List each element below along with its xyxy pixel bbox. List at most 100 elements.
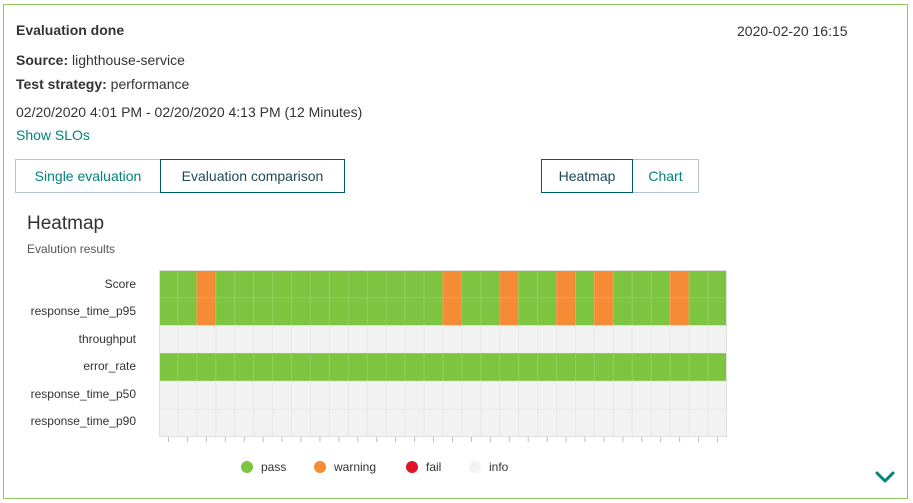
heatmap-cell[interactable] xyxy=(556,325,577,354)
heatmap-cell[interactable] xyxy=(309,380,330,410)
heatmap-cell[interactable] xyxy=(347,325,368,354)
heatmap-cell[interactable] xyxy=(707,408,727,437)
heatmap-cell[interactable] xyxy=(442,325,463,354)
heatmap-cell[interactable] xyxy=(537,270,558,299)
heatmap-cell[interactable] xyxy=(253,353,274,382)
heatmap-cell[interactable] xyxy=(688,380,709,410)
heatmap-cell[interactable] xyxy=(556,270,577,299)
heatmap-cell[interactable] xyxy=(612,380,633,410)
heatmap-cell[interactable] xyxy=(461,353,482,382)
heatmap-cell[interactable] xyxy=(291,353,311,382)
heatmap-cell[interactable] xyxy=(272,325,293,354)
heatmap-cell[interactable] xyxy=(575,270,595,299)
heatmap-cell[interactable] xyxy=(612,325,633,354)
heatmap-cell[interactable] xyxy=(575,408,595,437)
heatmap-cell[interactable] xyxy=(196,353,217,382)
heatmap-cell[interactable] xyxy=(707,270,727,299)
heatmap-cell[interactable] xyxy=(347,353,368,382)
heatmap-cell[interactable] xyxy=(196,380,217,410)
heatmap-cell[interactable] xyxy=(366,325,387,354)
heatmap-cell[interactable] xyxy=(461,408,482,437)
heatmap-cell[interactable] xyxy=(650,353,671,382)
heatmap-cell[interactable] xyxy=(385,270,406,299)
heatmap-cell[interactable] xyxy=(309,408,330,437)
heatmap-cell[interactable] xyxy=(423,353,444,382)
heatmap-cell[interactable] xyxy=(196,270,217,299)
heatmap-cell[interactable] xyxy=(707,325,727,354)
heatmap-cell[interactable] xyxy=(556,408,577,437)
heatmap-cell[interactable] xyxy=(215,408,236,437)
heatmap-cell[interactable] xyxy=(347,408,368,437)
heatmap-cell[interactable] xyxy=(177,353,198,382)
heatmap-cell[interactable] xyxy=(234,270,255,299)
heatmap-cell[interactable] xyxy=(328,297,349,327)
heatmap-cell[interactable] xyxy=(593,325,614,354)
heatmap-cell[interactable] xyxy=(309,353,330,382)
heatmap-cell[interactable] xyxy=(385,297,406,327)
heatmap-cell[interactable] xyxy=(385,380,406,410)
chevron-down-icon[interactable] xyxy=(874,469,896,485)
heatmap-cell[interactable] xyxy=(328,380,349,410)
heatmap-cell[interactable] xyxy=(612,408,633,437)
heatmap-cell[interactable] xyxy=(537,408,558,437)
heatmap-cell[interactable] xyxy=(234,380,255,410)
heatmap-cell[interactable] xyxy=(631,297,652,327)
heatmap-cell[interactable] xyxy=(404,380,425,410)
heatmap-cell[interactable] xyxy=(631,325,652,354)
heatmap-cell[interactable] xyxy=(328,325,349,354)
heatmap-cell[interactable] xyxy=(366,408,387,437)
heatmap-cell[interactable] xyxy=(347,270,368,299)
heatmap-cell[interactable] xyxy=(159,270,179,299)
heatmap-cell[interactable] xyxy=(442,297,463,327)
heatmap-cell[interactable] xyxy=(688,297,709,327)
heatmap-cell[interactable] xyxy=(309,297,330,327)
heatmap-cell[interactable] xyxy=(650,380,671,410)
heatmap-cell[interactable] xyxy=(291,380,311,410)
heatmap-cell[interactable] xyxy=(631,380,652,410)
heatmap-cell[interactable] xyxy=(159,325,179,354)
heatmap-cell[interactable] xyxy=(499,270,520,299)
heatmap-cell[interactable] xyxy=(366,353,387,382)
tab-evaluation-comparison[interactable]: Evaluation comparison xyxy=(160,159,345,193)
heatmap-cell[interactable] xyxy=(593,353,614,382)
heatmap-cell[interactable] xyxy=(177,325,198,354)
heatmap-cell[interactable] xyxy=(688,325,709,354)
heatmap-cell[interactable] xyxy=(423,408,444,437)
heatmap-cell[interactable] xyxy=(253,380,274,410)
heatmap-cell[interactable] xyxy=(518,380,539,410)
heatmap-cell[interactable] xyxy=(669,380,690,410)
heatmap-cell[interactable] xyxy=(631,408,652,437)
heatmap-cell[interactable] xyxy=(366,380,387,410)
heatmap-cell[interactable] xyxy=(650,408,671,437)
heatmap-cell[interactable] xyxy=(461,325,482,354)
heatmap-cell[interactable] xyxy=(480,380,501,410)
heatmap-cell[interactable] xyxy=(196,408,217,437)
heatmap-cell[interactable] xyxy=(442,353,463,382)
heatmap-cell[interactable] xyxy=(499,325,520,354)
heatmap-cell[interactable] xyxy=(461,297,482,327)
heatmap-cell[interactable] xyxy=(423,325,444,354)
heatmap-cell[interactable] xyxy=(423,270,444,299)
heatmap-cell[interactable] xyxy=(291,325,311,354)
legend-item-info[interactable]: info xyxy=(469,460,508,474)
heatmap-cell[interactable] xyxy=(347,297,368,327)
heatmap-cell[interactable] xyxy=(650,325,671,354)
heatmap-cell[interactable] xyxy=(291,297,311,327)
heatmap-cell[interactable] xyxy=(347,380,368,410)
heatmap-cell[interactable] xyxy=(669,297,690,327)
heatmap-cell[interactable] xyxy=(556,380,577,410)
heatmap-cell[interactable] xyxy=(518,325,539,354)
heatmap-cell[interactable] xyxy=(499,353,520,382)
view-heatmap-button[interactable]: Heatmap xyxy=(541,159,633,193)
heatmap-cell[interactable] xyxy=(518,270,539,299)
heatmap-cell[interactable] xyxy=(385,325,406,354)
heatmap-cell[interactable] xyxy=(253,325,274,354)
heatmap-cell[interactable] xyxy=(575,325,595,354)
heatmap-cell[interactable] xyxy=(215,297,236,327)
heatmap-cell[interactable] xyxy=(328,353,349,382)
heatmap-cell[interactable] xyxy=(575,297,595,327)
heatmap-cell[interactable] xyxy=(707,353,727,382)
heatmap-cell[interactable] xyxy=(442,270,463,299)
heatmap-cell[interactable] xyxy=(423,380,444,410)
heatmap-cell[interactable] xyxy=(196,325,217,354)
